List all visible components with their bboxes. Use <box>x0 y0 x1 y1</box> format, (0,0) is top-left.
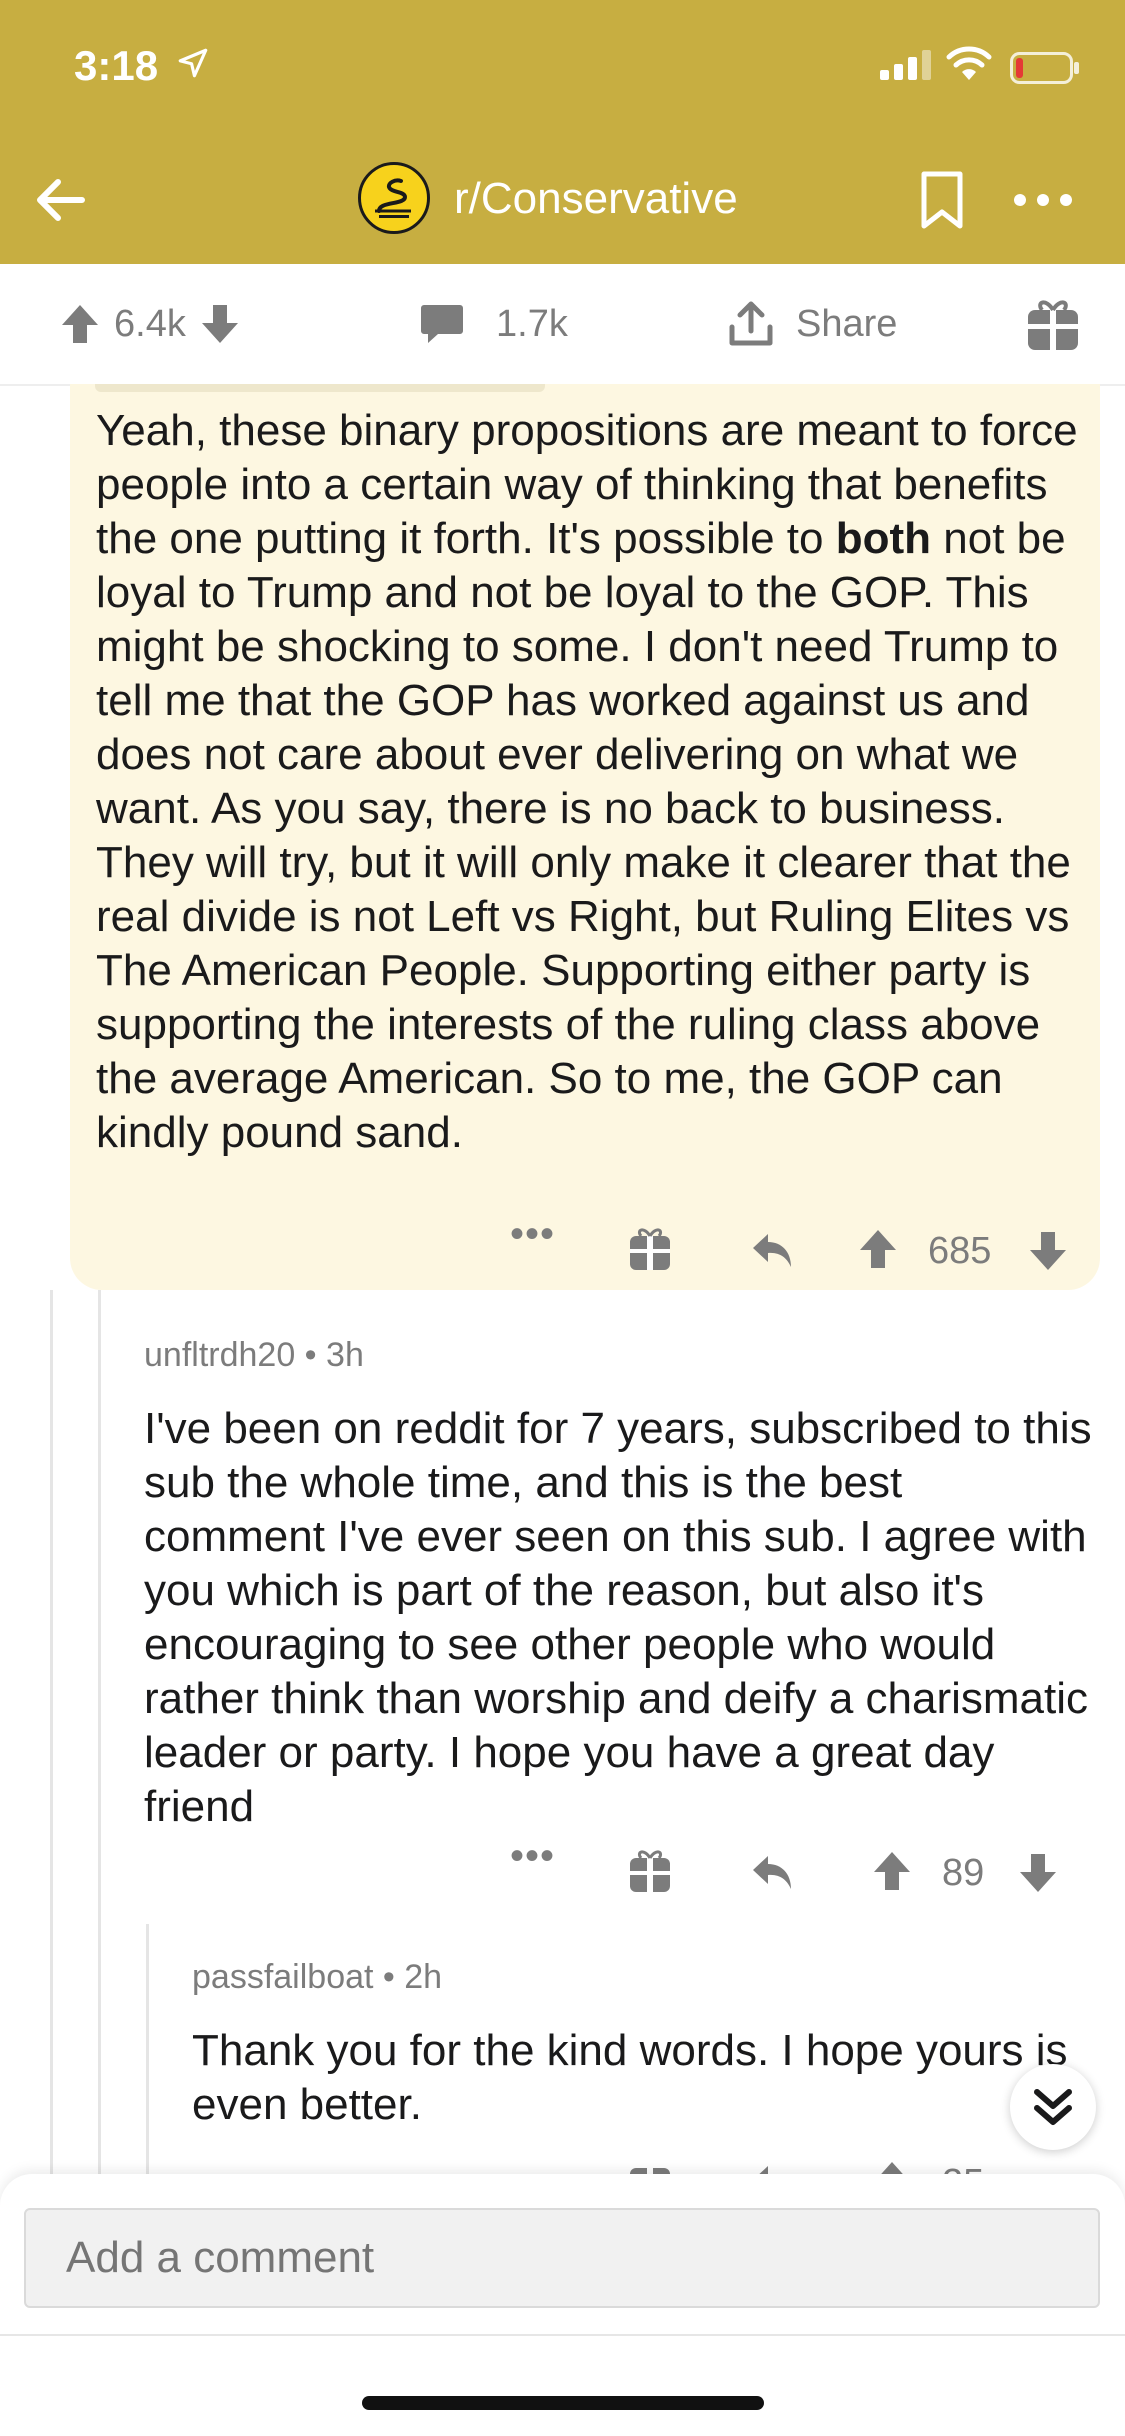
upvote-icon[interactable] <box>872 1850 912 1892</box>
bookmark-icon[interactable] <box>918 170 966 230</box>
comment-more-icon[interactable]: ••• <box>510 1834 555 1879</box>
status-bar: 3:18 <box>0 0 1125 140</box>
gift-icon[interactable] <box>628 1226 672 1272</box>
gift-icon[interactable] <box>1026 296 1080 352</box>
downvote-icon[interactable] <box>1018 1852 1058 1894</box>
thread-line[interactable] <box>146 1924 149 2174</box>
comment-body: Thank you for the kind words. I hope you… <box>192 2026 1068 2129</box>
app-header: 3:18 r/Conservative <box>0 0 1125 264</box>
comment-author[interactable]: unfltrdh20 <box>144 1336 295 1374</box>
share-button[interactable]: Share <box>728 294 897 354</box>
comment-bubble-icon <box>421 305 463 343</box>
reply-icon[interactable] <box>750 1852 794 1892</box>
comment-age: 3h <box>326 1336 364 1374</box>
gift-icon[interactable] <box>628 2158 672 2174</box>
upvote-icon[interactable] <box>858 1228 898 1270</box>
thread-line[interactable] <box>50 1290 53 2174</box>
signal-icon <box>880 50 931 80</box>
post-comments-button[interactable]: 1.7k <box>420 294 568 354</box>
thread-line[interactable] <box>98 1290 101 2174</box>
comment-vote-count: 25 <box>942 2162 984 2174</box>
reply-icon[interactable] <box>750 1230 794 1270</box>
downvote-icon[interactable] <box>1028 1230 1068 1272</box>
downvote-icon[interactable] <box>200 303 240 345</box>
comment-body: Yeah, these binary propositions are mean… <box>96 406 1078 1157</box>
more-icon[interactable] <box>1010 180 1076 220</box>
home-indicator[interactable] <box>362 2396 764 2410</box>
comment-age: 2h <box>404 1958 443 1996</box>
comment-meta: unfltrdh20 • 3h <box>144 1336 364 1374</box>
scroll-down-button[interactable] <box>1010 2064 1096 2150</box>
comment-actions: 25 <box>500 2154 1100 2174</box>
post-comment-count: 1.7k <box>496 302 568 345</box>
comment-composer <box>0 2174 1125 2436</box>
comment-actions: ••• 89 <box>500 1834 1100 1904</box>
comment-thread: Yeah, these binary propositions are mean… <box>0 384 1125 2174</box>
location-arrow-icon <box>178 48 208 78</box>
share-label: Share <box>796 302 898 345</box>
comment-vote-count: 685 <box>928 1230 992 1272</box>
status-time: 3:18 <box>74 42 159 89</box>
subreddit-avatar[interactable] <box>358 162 430 234</box>
upvote-icon[interactable] <box>872 2160 912 2174</box>
post-action-bar: 6.4k 1.7k Share <box>0 264 1125 386</box>
comment-vote-count: 89 <box>942 1852 985 1894</box>
wifi-icon <box>946 46 992 80</box>
scroll-down-icon <box>1034 2089 1072 2125</box>
battery-icon <box>1010 52 1079 84</box>
snake-flag-icon <box>375 178 411 218</box>
comment-body: I've been on reddit for 7 years, subscri… <box>144 1404 1092 1831</box>
comment-input[interactable] <box>24 2208 1100 2308</box>
post-vote-group: 6.4k <box>60 294 240 354</box>
comment-meta: passfailboat • 2h <box>192 1958 443 1996</box>
share-icon <box>729 301 773 346</box>
comment-author[interactable]: passfailboat <box>192 1958 373 1996</box>
comment-actions: ••• 685 <box>500 1212 1100 1282</box>
upvote-icon[interactable] <box>60 303 100 345</box>
gift-icon[interactable] <box>628 1848 672 1894</box>
subreddit-title[interactable]: r/Conservative <box>454 174 738 224</box>
post-vote-count: 6.4k <box>114 302 186 345</box>
reply-icon[interactable] <box>750 2162 794 2174</box>
collapsed-parent-stub <box>95 384 545 392</box>
back-arrow-icon[interactable] <box>30 170 90 230</box>
nav-bar: r/Conservative <box>0 140 1125 264</box>
divider <box>0 2334 1125 2336</box>
comment-more-icon[interactable]: ••• <box>510 1212 555 1257</box>
